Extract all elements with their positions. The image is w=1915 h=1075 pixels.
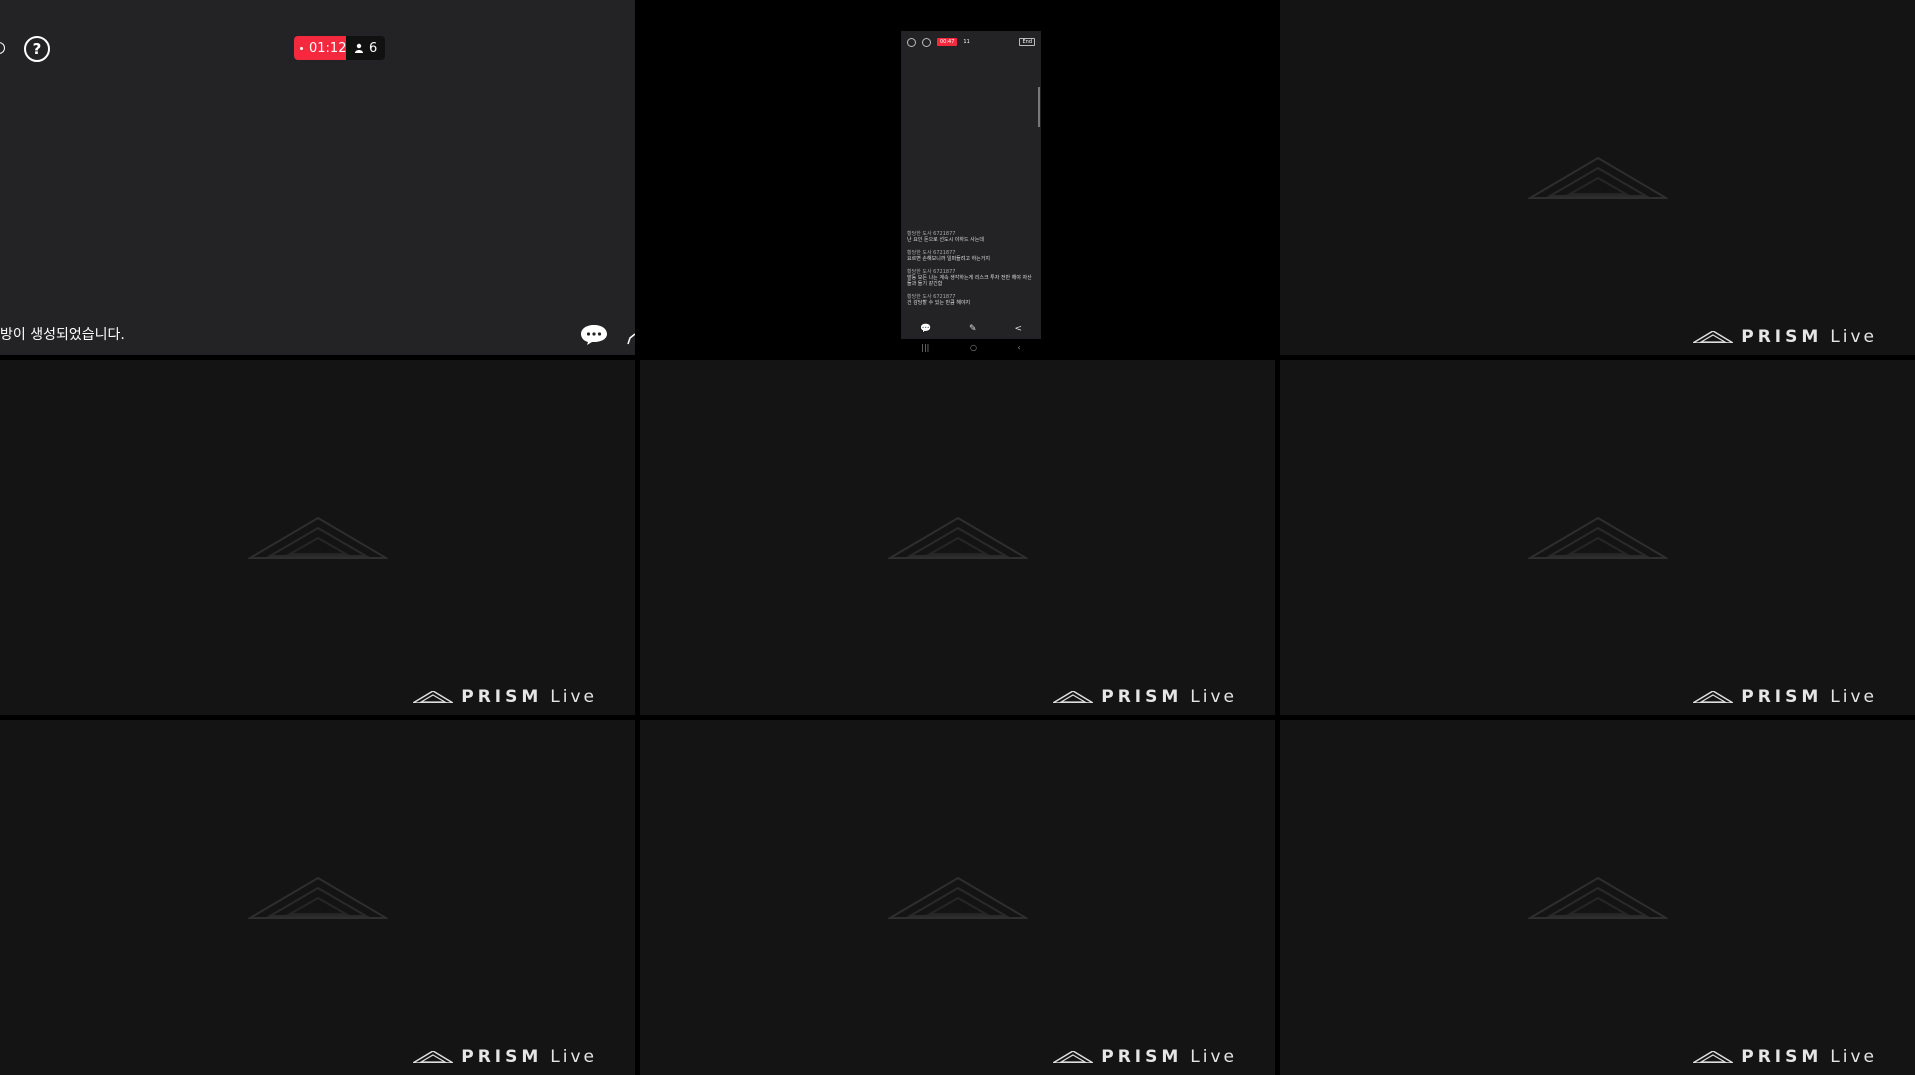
prism-mark-icon (1053, 1051, 1094, 1063)
prism-logo-icon (1527, 156, 1668, 199)
video-grid: ? 01:12 6 방이 생성되었습니다. 00:47 11 End 황당한 도… (0, 0, 1915, 1075)
empty-slot: PRISM Live (1280, 360, 1915, 715)
back-icon[interactable]: ‹ (1017, 343, 1020, 352)
scrollbar[interactable] (1038, 87, 1040, 127)
phone-screen: 00:47 11 End 황당한 도사 6721877 난 요인 돈으로 선도시… (901, 31, 1041, 339)
prism-live-brand: PRISM Live (1053, 1047, 1237, 1067)
chat-message: 황당한 도사 6721877 난 요인 돈으로 선도시 이하드 사는데 (907, 231, 984, 243)
phone-viewer-count: 11 (963, 39, 970, 45)
phone-stream-view: 00:47 11 End 황당한 도사 6721877 난 요인 돈으로 선도시… (640, 0, 1275, 355)
prism-live-brand: PRISM Live (1693, 327, 1877, 347)
prism-logo-icon (247, 516, 388, 559)
empty-slot: PRISM Live (0, 720, 635, 1075)
chat-message: 황당한 도사 6721877 발등 모든 나는 계속 생각하는게 리스크 투자 … (907, 269, 1032, 287)
live-timer-text: 01:12 (309, 40, 347, 56)
empty-slot: PRISM Live (1280, 0, 1915, 355)
prism-mark-icon (1053, 691, 1094, 703)
prism-mark-icon (1693, 331, 1734, 343)
android-nav-bar: ||| ○ ‹ (901, 341, 1041, 353)
prism-mark-icon (1693, 1051, 1734, 1063)
viewer-count-text: 6 (369, 40, 378, 56)
prism-mark-icon (1693, 691, 1734, 703)
help-icon[interactable]: ? (24, 36, 50, 62)
main-stream-view: ? 01:12 6 방이 생성되었습니다. (0, 0, 635, 355)
chat-message: 황당한 도사 6721877 요르면 손해보니까 일퍼들려고 하는거지 (907, 250, 990, 262)
phone-bottom-toolbar: 💬 ✎ < (901, 321, 1041, 337)
prism-logo-icon (247, 876, 388, 919)
chat-icon[interactable]: 💬 (920, 324, 931, 334)
home-icon[interactable]: ○ (970, 343, 977, 352)
phone-live-timer: 00:47 (937, 38, 958, 46)
help-icon[interactable] (922, 37, 931, 47)
prism-live-brand: PRISM Live (1053, 687, 1237, 707)
settings-icon[interactable] (907, 37, 916, 47)
empty-slot: PRISM Live (640, 720, 1275, 1075)
phone-top-bar: 00:47 11 End (907, 37, 1035, 47)
partial-icon (0, 42, 5, 54)
chat-icon[interactable] (580, 324, 608, 346)
prism-mark-icon (413, 1051, 454, 1063)
empty-slot: PRISM Live (0, 360, 635, 715)
prism-live-brand: PRISM Live (413, 687, 597, 707)
prism-logo-icon (1527, 516, 1668, 559)
end-button[interactable]: End (1019, 38, 1035, 46)
chat-message: 황당한 도사 6721877 건 감당할 수 있는 만큼 해야지 (907, 294, 971, 306)
chat-messages: 황당한 도사 6721877 난 요인 돈으로 선도시 이하드 사는데 황당한 … (907, 231, 1035, 313)
pencil-icon[interactable]: ✎ (969, 324, 977, 334)
prism-live-brand: PRISM Live (413, 1047, 597, 1067)
prism-logo-icon (1527, 876, 1668, 919)
recent-apps-icon[interactable]: ||| (921, 343, 929, 352)
edit-icon[interactable] (627, 333, 635, 345)
empty-slot: PRISM Live (640, 360, 1275, 715)
share-icon[interactable]: < (1014, 324, 1022, 334)
person-icon (355, 43, 363, 53)
prism-live-brand: PRISM Live (1693, 687, 1877, 707)
viewer-count-badge: 6 (346, 36, 386, 60)
empty-slot: PRISM Live (1280, 720, 1915, 1075)
room-created-notice: 방이 생성되었습니다. (0, 327, 125, 343)
prism-logo-icon (887, 516, 1028, 559)
prism-mark-icon (413, 691, 454, 703)
prism-live-brand: PRISM Live (1693, 1047, 1877, 1067)
live-dot-icon (300, 46, 303, 50)
prism-logo-icon (887, 876, 1028, 919)
